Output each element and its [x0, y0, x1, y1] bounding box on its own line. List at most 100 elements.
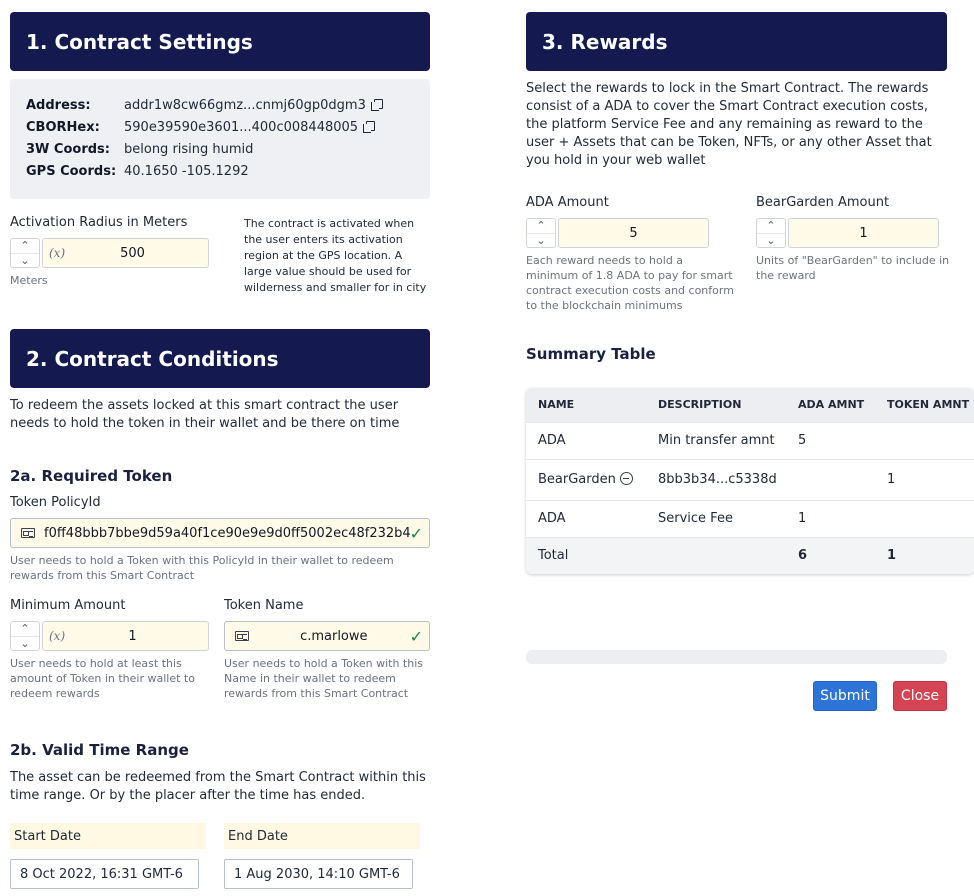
progress-bar	[526, 650, 947, 664]
beargarden-help: Units of "BearGarden" to include in the …	[756, 254, 950, 282]
cell-ada: 1	[798, 511, 807, 526]
check-icon: ✓	[409, 523, 423, 543]
gps-value: 40.1650 -105.1292	[124, 164, 249, 179]
rewards-header: 3. Rewards	[526, 12, 947, 71]
summary-table-heading: Summary Table	[526, 345, 656, 363]
beargarden-amount-label: BearGarden Amount	[756, 195, 890, 210]
ada-amount-input[interactable]: 5	[558, 218, 709, 248]
policy-value[interactable]: f0ff48bbb7bbe9d59a40f1ce90e9e9d0ff5002ec…	[44, 526, 410, 541]
contract-conditions-header: 2. Contract Conditions	[10, 329, 430, 388]
column-header-description: DESCRIPTION	[658, 398, 742, 412]
ada-stepper[interactable]: ⌃ ⌄	[526, 218, 556, 248]
variable-icon: (x)	[49, 246, 66, 260]
cell-ada: 5	[798, 433, 807, 448]
column-header-token: TOKEN AMNT	[887, 398, 970, 412]
contract-conditions-title: 2. Contract Conditions	[26, 346, 279, 371]
beargarden-amount-input[interactable]: 1	[788, 218, 939, 248]
required-token-heading: 2a. Required Token	[10, 467, 173, 485]
summary-table: NAME DESCRIPTION ADA AMNT TOKEN AMNT ADA…	[526, 388, 974, 574]
contract-settings-header: 1. Contract Settings	[10, 12, 430, 71]
cell-name: ADA	[538, 433, 566, 448]
column-header-ada: ADA AMNT	[798, 398, 865, 412]
min-amount-stepper[interactable]: ⌃ ⌄	[10, 621, 40, 651]
chevron-up-icon[interactable]: ⌃	[11, 239, 39, 253]
cell-ada	[786, 459, 875, 500]
radius-value[interactable]: 500	[83, 246, 208, 261]
submit-button[interactable]: Submit	[813, 681, 877, 711]
ada-amount-value[interactable]: 5	[559, 226, 708, 241]
table-header-row: NAME DESCRIPTION ADA AMNT TOKEN AMNT	[526, 388, 974, 422]
min-amount-help: User needs to hold at least this amount …	[10, 657, 195, 700]
beargarden-stepper[interactable]: ⌃ ⌄	[756, 218, 786, 248]
min-amount-input[interactable]: (x) 1	[42, 621, 209, 651]
id-card-icon	[235, 631, 249, 641]
end-date-label: End Date	[224, 823, 420, 849]
column-header-name: NAME	[538, 398, 575, 412]
end-date-input[interactable]: 1 Aug 2030, 14:10 GMT-6	[224, 859, 413, 889]
close-button[interactable]: Close	[893, 681, 947, 711]
radius-stepper[interactable]: ⌃ ⌄	[10, 238, 40, 268]
radius-label: Activation Radius in Meters	[10, 215, 188, 230]
table-total-row: Total 6 1	[526, 537, 974, 574]
start-date-label: Start Date	[10, 823, 206, 849]
table-row: BearGarden 8bb3b34...c5338d 1	[526, 459, 974, 500]
coords3w-row: 3W Coords: belong rising humid	[26, 141, 253, 159]
radius-input[interactable]: (x) 500	[42, 238, 209, 268]
rewards-title: 3. Rewards	[542, 29, 668, 54]
chevron-down-icon[interactable]: ⌄	[527, 232, 555, 248]
chevron-up-icon[interactable]: ⌃	[11, 622, 39, 636]
policy-label: Token PolicyId	[10, 495, 101, 510]
conditions-intro: To redeem the assets locked at this smar…	[10, 398, 400, 431]
token-name-input[interactable]: c.marlowe ✓	[224, 621, 430, 651]
token-name-help: User needs to hold a Token with this Nam…	[224, 657, 423, 700]
address-label: Address:	[26, 98, 91, 113]
beargarden-name: BearGarden	[538, 472, 616, 487]
cborhex-label: CBORHex:	[26, 120, 100, 135]
chevron-down-icon[interactable]: ⌄	[11, 635, 39, 651]
contract-info-box: Address: addr1w8cw66gmz...cnmj60gp0dgm3 C…	[10, 79, 430, 199]
start-date-input[interactable]: 8 Oct 2022, 16:31 GMT-6	[10, 859, 199, 889]
radius-help: The contract is activated when the user …	[244, 217, 427, 294]
chevron-up-icon[interactable]: ⌃	[527, 219, 555, 233]
cell-token	[875, 500, 974, 537]
copy-cborhex-icon[interactable]	[363, 121, 376, 133]
policy-input[interactable]: f0ff48bbb7bbe9d59a40f1ce90e9e9d0ff5002ec…	[10, 518, 430, 548]
cell-description: Min transfer amnt	[658, 433, 775, 448]
id-card-icon	[21, 528, 35, 538]
time-range-text: The asset can be redeemed from the Smart…	[10, 770, 426, 803]
cell-token: 1	[887, 472, 896, 487]
cell-description: 8bb3b34...c5338d	[658, 472, 777, 487]
radius-unit: Meters	[10, 274, 48, 287]
chevron-down-icon[interactable]: ⌄	[11, 252, 39, 268]
copy-address-icon[interactable]	[370, 99, 383, 111]
address-value: addr1w8cw66gmz...cnmj60gp0dgm3	[124, 98, 366, 113]
table-row: ADA Min transfer amnt 5	[526, 422, 974, 459]
beargarden-amount-value[interactable]: 1	[789, 226, 938, 241]
ada-amount-label: ADA Amount	[526, 195, 609, 210]
cell-name: ADA	[538, 511, 566, 526]
token-name-label: Token Name	[224, 598, 304, 613]
coords3w-value: belong rising humid	[124, 142, 254, 157]
time-range-heading: 2b. Valid Time Range	[10, 741, 189, 759]
contract-settings-title: 1. Contract Settings	[26, 29, 253, 54]
table-row: ADA Service Fee 1	[526, 500, 974, 537]
cborhex-value: 590e39590e3601...400c008448005	[124, 120, 359, 135]
cborhex-row: CBORHex: 590e39590e3601...400c008448005	[26, 119, 376, 137]
remove-circle-icon[interactable]	[619, 472, 633, 485]
total-ada: 6	[798, 548, 808, 564]
total-empty	[646, 537, 786, 574]
chevron-down-icon[interactable]: ⌄	[757, 232, 785, 248]
ada-help: Each reward needs to hold a minimum of 1…	[526, 254, 734, 312]
rewards-intro: Select the rewards to lock in the Smart …	[526, 81, 932, 168]
cell-description: Service Fee	[658, 511, 733, 526]
address-row: Address: addr1w8cw66gmz...cnmj60gp0dgm3	[26, 97, 383, 115]
total-label: Total	[538, 548, 569, 564]
cell-name: BearGarden	[526, 459, 646, 500]
min-amount-value[interactable]: 1	[83, 629, 208, 644]
policy-help: User needs to hold a Token with this Pol…	[10, 554, 394, 582]
chevron-up-icon[interactable]: ⌃	[757, 219, 785, 233]
min-amount-label: Minimum Amount	[10, 598, 126, 613]
check-icon: ✓	[409, 626, 423, 646]
token-name-value[interactable]: c.marlowe	[258, 629, 410, 644]
gps-label: GPS Coords:	[26, 164, 117, 179]
